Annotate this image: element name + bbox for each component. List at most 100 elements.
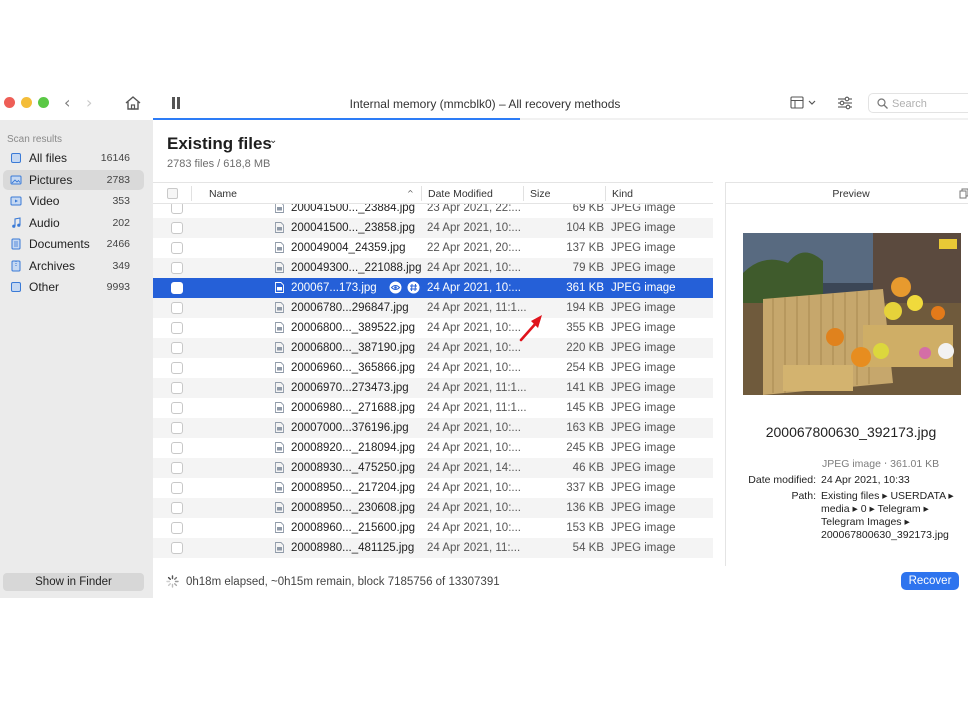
row-checkbox[interactable] xyxy=(171,502,183,514)
table-row[interactable]: 20006970...273473.jpg 24 Apr 2021, 11:1..… xyxy=(153,378,713,398)
forward-button[interactable]: › xyxy=(86,94,92,112)
file-name: 20006800..._387190.jpg xyxy=(291,342,416,354)
table-row[interactable]: 20008950..._217204.jpg 24 Apr 2021, 10:..… xyxy=(153,478,713,498)
row-checkbox[interactable] xyxy=(171,262,183,274)
file-kind: JPEG image xyxy=(611,382,676,394)
file-date: 24 Apr 2021, 14:... xyxy=(427,462,521,474)
column-separator xyxy=(523,186,524,201)
column-header-date[interactable]: Date Modified xyxy=(428,188,493,200)
row-checkbox[interactable] xyxy=(171,442,183,454)
table-row[interactable]: 200049004_24359.jpg 22 Apr 2021, 20:... 13… xyxy=(153,238,713,258)
path-label: Path: xyxy=(791,490,816,502)
table-row[interactable]: 20008960..._215600.jpg 24 Apr 2021, 10:..… xyxy=(153,518,713,538)
column-header-name[interactable]: Name xyxy=(209,188,237,200)
table-row[interactable]: 20007000...376196.jpg 24 Apr 2021, 10:...… xyxy=(153,418,713,438)
row-checkbox[interactable] xyxy=(171,282,183,294)
file-date: 24 Apr 2021, 10:... xyxy=(427,342,521,354)
sidebar-item-video[interactable]: Video 353 xyxy=(3,191,144,211)
select-all-checkbox[interactable] xyxy=(167,188,178,199)
search-input[interactable] xyxy=(892,96,966,111)
page-title[interactable]: Existing files xyxy=(167,134,272,154)
image-file-icon xyxy=(275,422,284,433)
row-checkbox[interactable] xyxy=(171,462,183,474)
row-checkbox[interactable] xyxy=(171,542,183,554)
back-button[interactable]: ‹ xyxy=(64,94,70,112)
video-icon xyxy=(10,196,22,206)
file-size: 163 KB xyxy=(566,422,604,434)
column-separator xyxy=(421,186,422,201)
column-header-size[interactable]: Size xyxy=(530,188,550,200)
file-date: 24 Apr 2021, 10:... xyxy=(427,262,521,274)
file-size: 69 KB xyxy=(572,204,604,214)
file-kind: JPEG image xyxy=(611,342,676,354)
file-date: 24 Apr 2021, 10:... xyxy=(427,442,521,454)
file-kind: JPEG image xyxy=(611,204,676,214)
image-file-icon xyxy=(275,402,284,413)
sidebar-item-audio[interactable]: Audio 202 xyxy=(3,213,144,233)
row-checkbox[interactable] xyxy=(171,362,183,374)
sidebar-item-documents[interactable]: Documents 2466 xyxy=(3,234,144,254)
sidebar-item-archives[interactable]: Archives 349 xyxy=(3,256,144,276)
file-size: 254 KB xyxy=(566,362,604,374)
minimize-window-button[interactable] xyxy=(21,97,32,108)
filter-settings-icon[interactable] xyxy=(837,96,853,110)
sidebar-item-label: Pictures xyxy=(29,172,73,187)
file-kind: JPEG image xyxy=(611,502,676,514)
sidebar-item-pictures[interactable]: Pictures 2783 xyxy=(3,169,144,190)
documents-icon xyxy=(11,238,21,250)
file-size: 145 KB xyxy=(566,402,604,414)
row-checkbox[interactable] xyxy=(171,382,183,394)
table-row[interactable]: 200049300..._221088.jpg 24 Apr 2021, 10:.… xyxy=(153,258,713,278)
row-checkbox[interactable] xyxy=(171,422,183,434)
sidebar-item-all-files[interactable]: All files 16146 xyxy=(3,148,144,168)
sidebar-item-label: All files xyxy=(29,151,68,165)
row-checkbox[interactable] xyxy=(171,222,183,234)
search-box[interactable] xyxy=(868,93,968,113)
table-row[interactable]: 200041500..._23884.jpg 23 Apr 2021, 22:..… xyxy=(153,204,713,218)
row-checkbox[interactable] xyxy=(171,482,183,494)
row-checkbox[interactable] xyxy=(171,322,183,334)
search-icon xyxy=(877,98,888,109)
file-date: 24 Apr 2021, 10:... xyxy=(427,422,521,434)
row-checkbox[interactable] xyxy=(171,302,183,314)
sidebar-item-other[interactable]: Other 9993 xyxy=(3,277,144,297)
table-row[interactable]: 20008950..._230608.jpg 24 Apr 2021, 10:..… xyxy=(153,498,713,518)
app-window: ‹ › Internal memory (mmcblk0) – All reco… xyxy=(0,88,968,598)
row-checkbox[interactable] xyxy=(171,242,183,254)
zoom-window-button[interactable] xyxy=(38,97,49,108)
show-in-finder-button[interactable]: Show in Finder xyxy=(3,573,144,591)
table-row[interactable]: 20008980..._481125.jpg 24 Apr 2021, 11:..… xyxy=(153,538,713,558)
sort-ascending-icon[interactable]: ^ xyxy=(407,189,414,198)
table-row[interactable]: 20008930..._475250.jpg 24 Apr 2021, 14:..… xyxy=(153,458,713,478)
preview-eye-icon[interactable] xyxy=(389,281,402,294)
show-location-icon[interactable] xyxy=(407,281,420,294)
file-size: 137 KB xyxy=(566,242,604,254)
copy-icon[interactable] xyxy=(959,188,968,199)
column-header-kind[interactable]: Kind xyxy=(612,188,633,200)
preview-panel: Preview 200067800630_392173.jpg JPEG ima… xyxy=(725,182,968,566)
pause-scan-icon[interactable] xyxy=(171,97,181,109)
sidebar: Scan results All files 16146 Pictures 2783 V… xyxy=(0,120,153,598)
table-row[interactable]: 20008920..._218094.jpg 24 Apr 2021, 10:..… xyxy=(153,438,713,458)
home-icon[interactable] xyxy=(124,95,142,111)
row-checkbox[interactable] xyxy=(171,204,183,214)
other-icon xyxy=(11,282,21,292)
row-checkbox[interactable] xyxy=(171,522,183,534)
file-date: 24 Apr 2021, 10:... xyxy=(427,282,521,294)
chevron-down-icon[interactable]: ⌄ xyxy=(269,135,277,146)
table-row[interactable]: 20006800..._389522.jpg 24 Apr 2021, 10:..… xyxy=(153,318,713,338)
table-row[interactable]: 200067...173.jpg 24 Apr 2021, 10:... 361 K… xyxy=(153,278,713,298)
table-row[interactable]: 20006960..._365866.jpg 24 Apr 2021, 10:..… xyxy=(153,358,713,378)
row-checkbox[interactable] xyxy=(171,342,183,354)
table-row[interactable]: 20006800..._387190.jpg 24 Apr 2021, 10:..… xyxy=(153,338,713,358)
table-body: 200041500..._23884.jpg 23 Apr 2021, 22:..… xyxy=(153,204,713,566)
view-mode-icon[interactable] xyxy=(790,96,820,110)
recover-button[interactable]: Recover xyxy=(901,572,959,590)
table-row[interactable]: 20006780...296847.jpg 24 Apr 2021, 11:1..… xyxy=(153,298,713,318)
file-kind: JPEG image xyxy=(611,422,676,434)
table-row[interactable]: 20006980..._271688.jpg 24 Apr 2021, 11:1.… xyxy=(153,398,713,418)
table-row[interactable]: 200041500..._23858.jpg 24 Apr 2021, 10:..… xyxy=(153,218,713,238)
close-window-button[interactable] xyxy=(4,97,15,108)
row-checkbox[interactable] xyxy=(171,402,183,414)
file-kind: JPEG image xyxy=(611,462,676,474)
